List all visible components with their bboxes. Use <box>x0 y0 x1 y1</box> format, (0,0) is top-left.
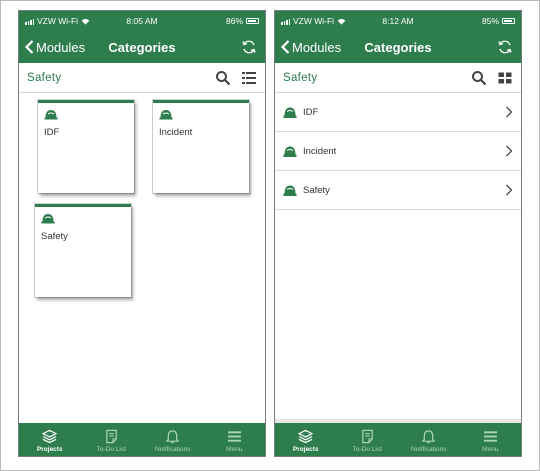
tile-label: Incident <box>159 127 193 138</box>
wifi-icon <box>81 18 90 25</box>
search-icon[interactable] <box>215 70 231 86</box>
list-item-incident[interactable]: Incident <box>275 132 521 171</box>
tile-label: Safety <box>41 231 68 242</box>
tab-bar: Projects To-Do List Notifications Menu <box>19 423 265 456</box>
document-icon <box>361 429 373 444</box>
tab-notifications[interactable]: Notifications <box>142 423 204 456</box>
signal-icon <box>281 18 290 25</box>
category-title: Safety <box>283 71 318 84</box>
back-label: Modules <box>36 39 86 55</box>
battery-percent: 85% <box>481 16 499 26</box>
status-bar: VZW Wi-Fi 8:12 AM 85% <box>275 11 521 31</box>
tab-notifications[interactable]: Notifications <box>398 423 460 456</box>
tab-label: Menu <box>226 446 243 453</box>
tab-projects[interactable]: Projects <box>275 423 337 456</box>
tab-label: Notifications <box>155 446 191 453</box>
nav-bar: Modules Categories <box>19 31 265 63</box>
hard-hat-icon <box>283 185 297 196</box>
hard-hat-icon <box>44 110 58 120</box>
tab-bar: Projects To-Do List Notifications Menu <box>275 423 521 456</box>
search-icon[interactable] <box>471 70 487 86</box>
tab-label: Projects <box>36 446 63 453</box>
wifi-icon <box>337 18 346 25</box>
chevron-right-icon <box>506 145 513 157</box>
nav-bar: Modules Categories <box>275 31 521 63</box>
document-icon <box>105 429 117 444</box>
carrier-label: VZW Wi-Fi <box>37 16 79 26</box>
list-item-label: Safety <box>303 184 330 196</box>
bell-icon <box>421 430 436 444</box>
phone-grid-view: VZW Wi-Fi 8:05 AM 86% Modules Categories… <box>18 10 266 457</box>
list-item-label: Incident <box>303 145 337 157</box>
bell-icon <box>165 430 180 444</box>
menu-icon <box>227 431 241 442</box>
hard-hat-icon <box>159 110 173 120</box>
chevron-right-icon <box>506 106 513 118</box>
category-tile-safety[interactable]: Safety <box>35 204 131 297</box>
list-item-idf[interactable]: IDF <box>275 93 521 132</box>
category-title: Safety <box>27 71 62 84</box>
list-item-label: IDF <box>303 106 319 118</box>
tab-label: Notifications <box>411 446 447 453</box>
hard-hat-icon <box>283 146 297 157</box>
category-tile-idf[interactable]: IDF <box>38 100 134 193</box>
tab-label: To-Do List <box>352 446 382 453</box>
category-tile-incident[interactable]: Incident <box>153 100 249 193</box>
tab-todo-list[interactable]: To-Do List <box>337 423 399 456</box>
tab-label: Menu <box>482 446 499 453</box>
battery-icon <box>246 18 259 24</box>
grid-view-icon[interactable] <box>497 70 513 86</box>
layers-icon <box>298 429 314 444</box>
refresh-icon[interactable] <box>497 39 513 55</box>
battery-icon <box>502 18 515 24</box>
clock: 8:05 AM <box>126 16 158 26</box>
list-item-safety[interactable]: Safety <box>275 171 521 210</box>
battery-percent: 86% <box>225 16 243 26</box>
category-header: Safety <box>275 63 521 93</box>
chevron-left-icon <box>25 40 34 54</box>
hard-hat-icon <box>283 107 297 118</box>
tab-label: To-Do List <box>96 446 126 453</box>
carrier-label: VZW Wi-Fi <box>293 16 335 26</box>
back-label: Modules <box>292 39 342 55</box>
tab-todo-list[interactable]: To-Do List <box>81 423 143 456</box>
tab-projects[interactable]: Projects <box>19 423 81 456</box>
back-button[interactable]: Modules <box>281 40 341 55</box>
menu-icon <box>483 431 497 442</box>
tab-menu[interactable]: Menu <box>460 423 522 456</box>
status-bar: VZW Wi-Fi 8:05 AM 86% <box>19 11 265 31</box>
list-view-icon[interactable] <box>241 70 257 86</box>
tile-label: IDF <box>44 127 60 138</box>
back-button[interactable]: Modules <box>25 40 85 55</box>
chevron-right-icon <box>506 184 513 196</box>
signal-icon <box>25 18 34 25</box>
tab-label: Projects <box>292 446 319 453</box>
layers-icon <box>42 429 58 444</box>
hard-hat-icon <box>41 214 55 224</box>
phone-list-view: VZW Wi-Fi 8:12 AM 85% Modules Categories… <box>274 10 522 457</box>
clock: 8:12 AM <box>382 16 414 26</box>
refresh-icon[interactable] <box>241 39 257 55</box>
tab-menu[interactable]: Menu <box>204 423 266 456</box>
category-header: Safety <box>19 63 265 93</box>
chevron-left-icon <box>281 40 290 54</box>
